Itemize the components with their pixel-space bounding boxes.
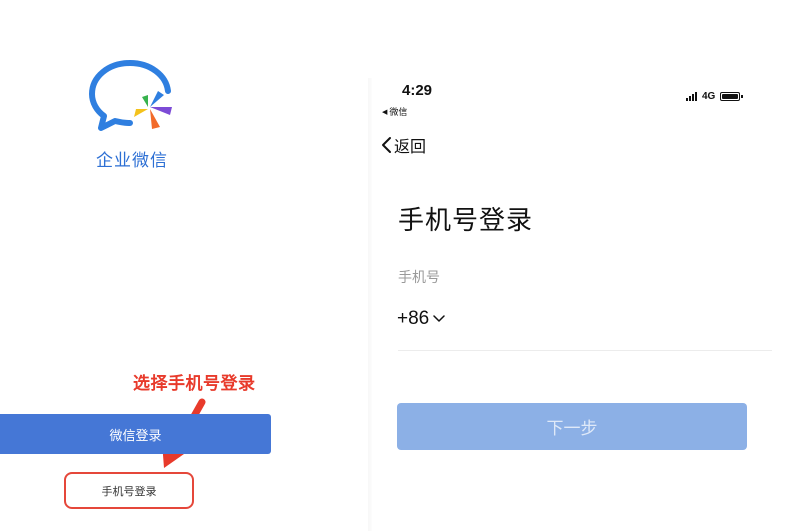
phone-login-button[interactable]: 手机号登录 <box>64 472 194 509</box>
phone-login-screen: 4:29 ◀ 微信 4G 返回 手机号登录 手机号 +86 下一步 <box>372 78 772 531</box>
status-time: 4:29 <box>402 82 433 99</box>
page-title: 手机号登录 <box>398 206 534 236</box>
back-triangle-icon: ◀ <box>382 107 388 116</box>
signal-icon <box>686 92 697 101</box>
chevron-left-icon <box>382 137 391 153</box>
back-app-label: 微信 <box>389 108 408 118</box>
next-step-button[interactable]: 下一步 <box>397 403 747 450</box>
back-to-app[interactable]: ◀ 微信 <box>382 105 408 119</box>
chevron-down-icon <box>433 315 445 322</box>
next-step-label: 下一步 <box>546 419 598 439</box>
country-code-select[interactable]: +86 <box>397 308 445 330</box>
annotation-text: 选择手机号登录 <box>133 374 256 394</box>
status-indicators: 4G <box>686 91 744 102</box>
wechat-login-label: 微信登录 <box>109 428 162 444</box>
battery-icon <box>720 92 744 101</box>
nav-back-label: 返回 <box>394 137 427 156</box>
wecom-logo-icon <box>89 60 172 131</box>
phone-login-label: 手机号登录 <box>101 484 157 498</box>
field-divider <box>398 350 772 351</box>
wechat-login-button[interactable]: 微信登录 <box>0 414 271 454</box>
nav-back-button[interactable]: 返回 <box>380 133 426 157</box>
country-code-value: +86 <box>397 308 430 329</box>
login-screen-left: 企业微信 选择手机号登录 微信登录 手机号登录 <box>0 0 300 531</box>
network-type: 4G <box>702 91 716 102</box>
brand-name: 企业微信 <box>96 151 168 171</box>
phone-field-label: 手机号 <box>398 270 440 286</box>
